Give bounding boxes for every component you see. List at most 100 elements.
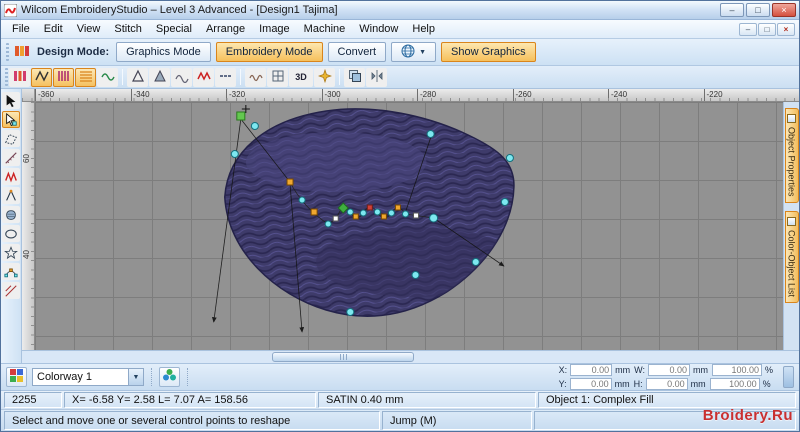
column-a-button[interactable] [127,68,148,87]
reshape-tool[interactable] [2,111,20,128]
convert-button[interactable]: Convert [328,42,387,62]
horizontal-scrollbar[interactable] [22,350,799,363]
measure-tool[interactable] [2,149,20,166]
scale-x-input[interactable] [712,364,762,376]
h-unit: mm [691,379,707,389]
run-stitch-button[interactable] [31,68,52,87]
mode-toolbar: Design Mode: Graphics Mode Embroidery Mo… [1,39,799,66]
canvas-area: -360 -340 -320 -300 -280 -260 -240 -220 … [22,89,799,363]
backstitch-button[interactable] [215,68,236,87]
motif-stitch-button[interactable] [97,68,118,87]
run-digitize-tool[interactable] [2,187,20,204]
globe-icon [401,44,415,61]
transform-panel: X: mm W: mm % Y: mm H: mm % [559,364,775,390]
start-anchor-handle [237,112,245,120]
scale-y-percent: % [763,379,771,389]
embroidery-mode-button[interactable]: Embroidery Mode [216,42,323,62]
color-object-list-icon [787,217,796,226]
menu-help[interactable]: Help [405,21,442,37]
lettering-tool[interactable] [2,168,20,185]
hruler-label: -320 [226,89,322,101]
tab-color-object-list-label: Color-Object List [787,230,797,297]
scale-x-percent: % [765,365,773,375]
toolbar-grip[interactable] [6,43,9,61]
mdi-close-button[interactable]: × [777,23,795,36]
overlap-button[interactable] [344,68,365,87]
design-mode-icon [14,43,30,62]
graphics-mode-button[interactable]: Graphics Mode [116,42,211,62]
mirror-button[interactable] [366,68,387,87]
colorway-select[interactable]: Colorway 1 ▼ [32,368,144,386]
overlap-icon [348,69,362,86]
menu-bar: File Edit View Stitch Special Arrange Im… [1,20,799,39]
colorway-value: Colorway 1 [33,371,128,383]
menu-machine[interactable]: Machine [297,21,353,37]
ellipse-tool[interactable] [2,225,20,242]
left-toolbox [1,89,22,363]
embroidery-mode-label: Embroidery Mode [226,46,313,58]
menu-arrange[interactable]: Arrange [199,21,252,37]
column-b-button[interactable] [149,68,170,87]
separator [151,368,152,386]
menu-image[interactable]: Image [252,21,297,37]
machine-format-button[interactable] [9,68,30,87]
panel-toggle-button[interactable] [783,366,794,388]
grid-toggle-button[interactable] [267,68,288,87]
select-tool[interactable] [2,92,20,109]
close-button[interactable]: × [772,3,796,17]
h-label: H: [634,379,643,389]
menu-stitch[interactable]: Stitch [107,21,149,37]
mdi-minimize-button[interactable]: – [739,23,757,36]
tab-object-properties[interactable]: Object Properties [785,108,799,203]
pointer-coordinates: X= -6.58 Y= 2.58 L= 7.07 A= 158.56 [64,392,316,408]
palette-button[interactable] [6,367,27,387]
app-icon [4,4,17,17]
node-edit-tool[interactable] [2,263,20,280]
prompt-bar: Select and move one or several control p… [1,409,799,431]
complex-fill-object[interactable] [225,109,517,316]
star-tool[interactable] [2,244,20,261]
y-label: Y: [559,379,567,389]
width-input[interactable] [648,364,690,376]
stemstitch-button[interactable] [245,68,266,87]
satin-stitch-button[interactable] [53,68,74,87]
hruler-label: -240 [608,89,704,101]
scale-y-input[interactable] [710,378,760,390]
mdi-restore-button[interactable]: □ [758,23,776,36]
menu-edit[interactable]: Edit [37,21,70,37]
threed-view-button[interactable]: 3D [289,68,313,87]
menu-view[interactable]: View [70,21,108,37]
height-input[interactable] [646,378,688,390]
separator [187,368,188,386]
title-bar: Wilcom EmbroideryStudio – Level 3 Advanc… [1,1,799,20]
maximize-button[interactable]: □ [746,3,770,17]
stitch-angle-tool[interactable] [2,282,20,299]
tatami-fill-button[interactable] [75,68,96,87]
column-c-button[interactable] [171,68,192,87]
w-label: W: [634,365,645,375]
column-a-icon [131,69,145,86]
lettering-motif-button[interactable] [193,68,214,87]
hruler-label: -280 [417,89,513,101]
effects-button[interactable] [314,68,335,87]
stitch-type: SATIN 0.40 mm [318,392,536,408]
lettering-motif-icon [197,69,211,86]
show-graphics-label: Show Graphics [451,46,526,58]
scrollbar-thumb[interactable] [272,352,414,362]
menu-special[interactable]: Special [149,21,199,37]
tatami-fill-icon [79,69,93,86]
polygon-select-tool[interactable] [2,130,20,147]
color-wheel-button[interactable] [159,367,180,387]
hoop-globe-button[interactable]: ▼ [391,42,436,62]
minimize-button[interactable]: – [720,3,744,17]
menu-window[interactable]: Window [352,21,405,37]
chevron-down-icon[interactable]: ▼ [128,369,143,385]
show-graphics-button[interactable]: Show Graphics [441,42,536,62]
menu-file[interactable]: File [5,21,37,37]
fill-digitize-tool[interactable] [2,206,20,223]
stitch-toolbar-grip[interactable] [5,68,8,86]
y-input[interactable] [570,378,612,390]
design-canvas[interactable] [35,102,783,350]
tab-color-object-list[interactable]: Color-Object List [785,211,799,303]
x-input[interactable] [570,364,612,376]
